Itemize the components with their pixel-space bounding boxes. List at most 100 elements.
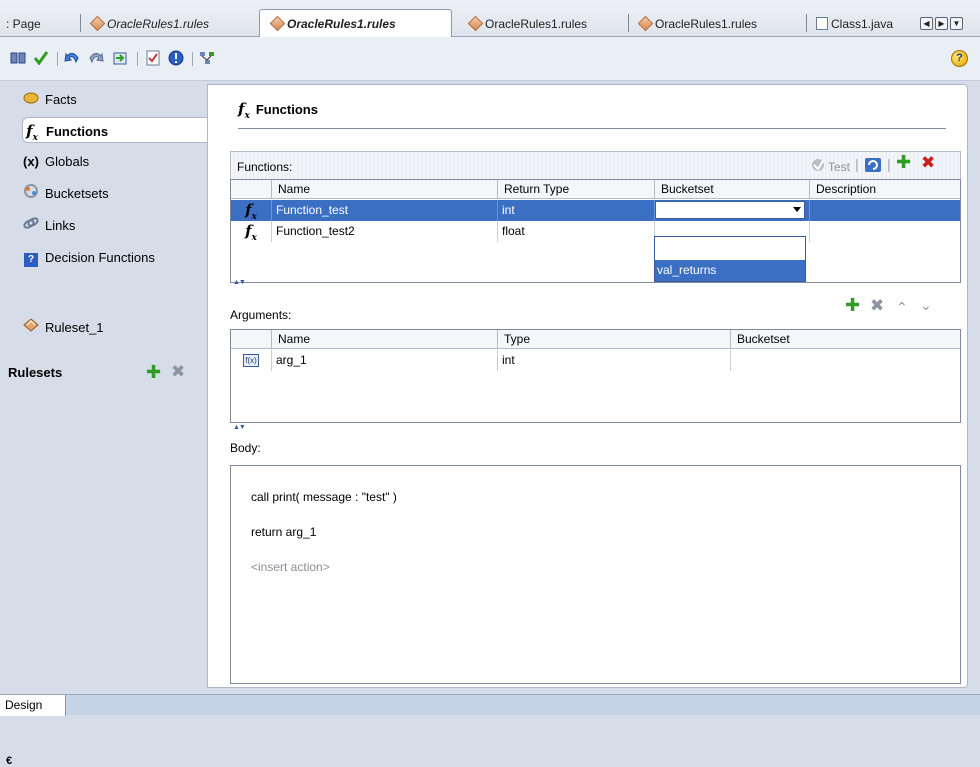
return-type-cell[interactable]: int [497, 200, 654, 221]
bucketset-dropdown[interactable] [655, 201, 805, 219]
delete-function-x-icon[interactable]: ✖ [921, 154, 935, 171]
delete-argument-x-icon[interactable]: ✖ [870, 297, 884, 314]
nav-decision-functions[interactable]: ? Decision Functions [22, 245, 207, 271]
function-fx-icon: fx [245, 201, 257, 222]
column-header-name[interactable]: Name [271, 180, 497, 199]
nav-functions[interactable]: fx Functions [22, 117, 207, 143]
function-fx-icon: fx [26, 122, 38, 143]
functions-section-header: Functions: Test | | ✚ ✖ [230, 151, 961, 179]
move-up-chevron-icon[interactable]: ⌃ [896, 300, 908, 314]
bucketset-option[interactable]: val_returns [655, 260, 805, 281]
link-icon [22, 213, 40, 239]
column-header-description[interactable]: Description [809, 180, 960, 199]
info-alert-icon[interactable] [168, 50, 184, 66]
bucketset-icon [22, 181, 40, 207]
bucketset-option-empty[interactable] [655, 237, 805, 260]
rules-file-icon [637, 15, 654, 32]
add-function-plus-icon[interactable]: ✚ [896, 153, 911, 171]
add-ruleset-plus-icon[interactable]: ✚ [146, 362, 161, 383]
scroll-tabs-right-icon[interactable]: ▶ [935, 17, 948, 30]
java-file-icon [816, 17, 828, 30]
remove-ruleset-x-icon[interactable]: ✖ [171, 362, 185, 382]
header-separator: | [887, 156, 891, 172]
arguments-table-header: Name Type Bucketset [231, 330, 960, 349]
toolbar-separator [57, 52, 58, 66]
nav-facts[interactable]: Facts [22, 87, 207, 113]
functions-panel: fx Functions Functions: Test | | ✚ ✖ Name… [207, 84, 968, 688]
import-icon[interactable] [112, 50, 128, 66]
tab-list-dropdown-icon[interactable]: ▼ [950, 17, 963, 30]
facts-icon [22, 87, 40, 113]
column-header-name[interactable]: Name [271, 330, 497, 349]
rules-file-icon [269, 15, 286, 32]
tab-oraclerules-active[interactable]: OracleRules1.rules [259, 9, 452, 38]
body-label: Body: [230, 441, 261, 455]
function-name-cell[interactable]: Function_test [271, 200, 497, 221]
argument-name-cell[interactable]: arg_1 [271, 350, 497, 371]
refresh-icon[interactable] [864, 157, 882, 175]
argument-bucketset-cell[interactable] [730, 350, 960, 371]
argument-type-cell[interactable]: int [497, 350, 730, 371]
redo-icon[interactable] [88, 50, 104, 66]
editor-bottom-tabs: Design [0, 694, 980, 716]
rules-navigator: Facts fx Functions (x) Globals Bucketsets … [0, 82, 207, 767]
description-cell[interactable] [809, 221, 960, 242]
rules-file-icon [467, 15, 484, 32]
ruleset-item[interactable]: Ruleset_1 [22, 315, 207, 341]
rules-file-icon [89, 15, 106, 32]
tab-class1-java[interactable]: Class1.java [806, 11, 916, 37]
column-header-return-type[interactable]: Return Type [497, 180, 654, 199]
nav-globals[interactable]: (x) Globals [22, 149, 207, 175]
table-row[interactable]: fx Function_test int [231, 200, 960, 222]
column-header-bucketset[interactable]: Bucketset [730, 330, 960, 349]
test-icon[interactable] [811, 158, 826, 174]
ruleset-icon [22, 315, 40, 341]
rules-toolbar: ? [0, 37, 980, 81]
nav-bucketsets[interactable]: Bucketsets [22, 181, 207, 207]
body-editor[interactable]: call print( message : "test" ) return ar… [230, 465, 961, 684]
help-icon[interactable]: ? [951, 50, 968, 67]
functions-table: Name Return Type Bucketset Description f… [230, 179, 961, 283]
checklist-icon[interactable] [145, 50, 161, 66]
table-row[interactable]: fx Function_test2 float [231, 221, 960, 243]
arguments-table: Name Type Bucketset f(x) arg_1 int [230, 329, 961, 423]
nav-links[interactable]: Links [22, 213, 207, 239]
validate-check-icon[interactable] [33, 50, 49, 66]
tab-oraclerules-3[interactable]: OracleRules1.rules [458, 11, 626, 37]
functions-table-header: Name Return Type Bucketset Description [231, 180, 960, 199]
functions-editor: fx Functions Functions: Test | | ✚ ✖ Name… [207, 82, 980, 694]
return-type-cell[interactable]: float [497, 221, 654, 242]
book-icon[interactable] [10, 50, 26, 66]
column-header-bucketset[interactable]: Bucketset [654, 180, 809, 199]
arguments-label: Arguments: [230, 308, 292, 322]
function-name-cell[interactable]: Function_test2 [271, 221, 497, 242]
tab-separator [80, 14, 81, 32]
move-down-chevron-icon[interactable]: ⌄ [920, 298, 932, 312]
scroll-tabs-left-icon[interactable]: ◀ [920, 17, 933, 30]
body-statement[interactable]: call print( message : "test" ) [251, 490, 397, 504]
bucketset-options-list: val_returns [654, 236, 806, 282]
toolbar-separator [137, 52, 138, 66]
resize-splitter-icon[interactable]: ▲▼ [233, 424, 246, 431]
diagram-icon[interactable] [199, 50, 215, 66]
chevron-down-icon[interactable] [793, 207, 801, 212]
tab-separator [628, 14, 629, 32]
toolbar-separator [192, 52, 193, 66]
tab-design[interactable]: Design [0, 695, 66, 716]
undo-icon[interactable] [64, 50, 80, 66]
page-title: fx Functions [238, 100, 318, 121]
tab-oraclerules-1[interactable]: OracleRules1.rules [80, 11, 258, 37]
tab-oraclerules-4[interactable]: OracleRules1.rules [628, 11, 806, 37]
body-statement[interactable]: return arg_1 [251, 525, 316, 539]
resize-splitter-icon[interactable]: ▲▼ [233, 279, 246, 286]
column-header-type[interactable]: Type [497, 330, 730, 349]
add-argument-plus-icon[interactable]: ✚ [845, 296, 860, 314]
description-cell[interactable] [809, 200, 960, 221]
tab-page[interactable]: : Page [0, 11, 80, 37]
functions-label: Functions: [237, 160, 293, 174]
table-row[interactable]: f(x) arg_1 int [231, 350, 960, 371]
collapse-panel-icon[interactable]: € [6, 755, 12, 767]
insert-action-placeholder[interactable]: <insert action> [251, 560, 330, 574]
test-button[interactable]: Test [828, 160, 850, 174]
argument-fx-icon: f(x) [243, 354, 259, 368]
